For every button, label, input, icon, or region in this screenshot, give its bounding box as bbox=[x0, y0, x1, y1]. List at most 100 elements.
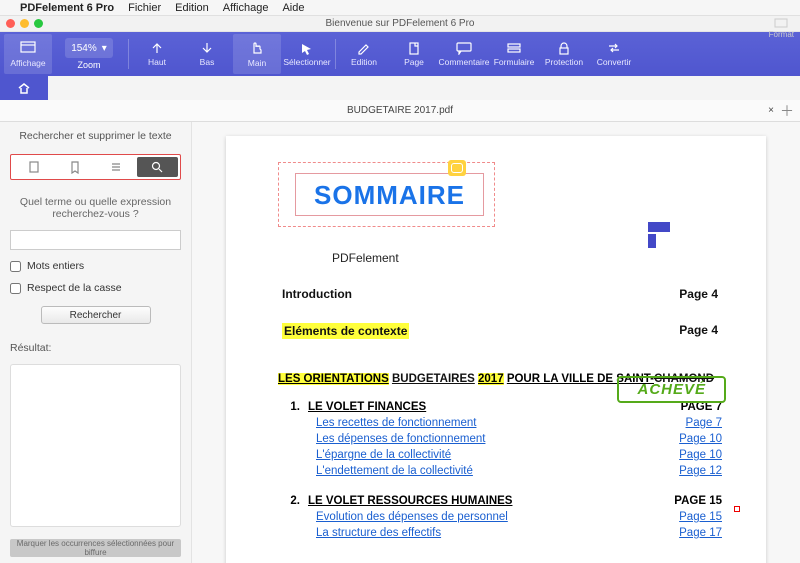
minimize-window-icon[interactable] bbox=[20, 19, 29, 28]
welcome-text: Bienvenue sur PDFelement 6 Pro bbox=[326, 18, 475, 29]
menu-affichage[interactable]: Affichage bbox=[223, 2, 269, 14]
toolbar-separator bbox=[128, 39, 129, 69]
tool-zoom[interactable]: 154% ▾ Zoom bbox=[54, 38, 124, 70]
s1: Les recettes de fonctionnement bbox=[316, 417, 476, 429]
pdfelement-logo-icon bbox=[648, 222, 676, 250]
tool-haut[interactable]: Haut bbox=[133, 34, 181, 74]
s5: Evolution des dépenses de personnel bbox=[316, 511, 508, 523]
toc-sub: Les dépenses de fonctionnementPage 10 bbox=[278, 433, 722, 445]
toc-sub: L'épargne de la collectivité Page 10 bbox=[278, 449, 722, 461]
tool-main-label: Main bbox=[248, 58, 266, 68]
page[interactable]: SOMMAIRE PDFelement Introduction Page 4 … bbox=[226, 136, 766, 563]
tool-select-label: Sélectionner bbox=[283, 57, 330, 67]
toc-intro-page: Page 4 bbox=[679, 287, 718, 301]
sidebar-tabs bbox=[10, 154, 181, 180]
watermark-text: PDFelement bbox=[332, 251, 722, 265]
main-toolbar: Affichage 154% ▾ Zoom Haut Bas Main Séle… bbox=[0, 32, 800, 76]
window-titlebar: Bienvenue sur PDFelement 6 Pro Format bbox=[0, 16, 800, 32]
sidebar-tab-outline[interactable] bbox=[96, 157, 137, 177]
sidebar-tab-bookmarks[interactable] bbox=[54, 157, 95, 177]
app-name[interactable]: PDFelement 6 Pro bbox=[20, 2, 114, 14]
match-case-input[interactable] bbox=[10, 283, 21, 294]
chap1-title: LE VOLET FINANCES bbox=[308, 401, 426, 413]
tool-bas[interactable]: Bas bbox=[183, 34, 231, 74]
tool-edition[interactable]: Edition bbox=[340, 34, 388, 74]
document-title[interactable]: BUDGETAIRE 2017.pdf bbox=[347, 105, 453, 116]
s1p: Page 7 bbox=[686, 417, 722, 429]
toc-row-context: Eléments de contexte Page 4 bbox=[278, 323, 722, 339]
document-tab-bar: BUDGETAIRE 2017.pdf × ＋ bbox=[0, 100, 800, 122]
home-strip bbox=[0, 76, 800, 100]
orient-a: LES ORIENTATIONS bbox=[278, 373, 389, 385]
toolbar-separator bbox=[335, 39, 336, 69]
sticky-note-icon[interactable] bbox=[448, 160, 466, 176]
zoom-value[interactable]: 154% ▾ bbox=[65, 38, 113, 58]
tool-protection[interactable]: Protection bbox=[540, 34, 588, 74]
toc-row-intro: Introduction Page 4 bbox=[278, 287, 722, 301]
workspace: Rechercher et supprimer le texte Quel te… bbox=[0, 122, 800, 563]
tool-protect-label: Protection bbox=[545, 57, 583, 67]
format-label: Format bbox=[769, 30, 794, 39]
tool-affichage[interactable]: Affichage bbox=[4, 34, 52, 74]
menu-aide[interactable]: Aide bbox=[282, 2, 304, 14]
mac-menubar: PDFelement 6 Pro Fichier Edition Afficha… bbox=[0, 0, 800, 16]
tool-form-label: Formulaire bbox=[494, 57, 535, 67]
chap2-num: 2. bbox=[278, 495, 300, 507]
search-prompt: Quel terme ou quelle expression recherch… bbox=[10, 196, 181, 220]
tool-zoom-label: Zoom bbox=[77, 60, 100, 70]
tool-page[interactable]: Page bbox=[390, 34, 438, 74]
tool-formulaire[interactable]: Formulaire bbox=[490, 34, 538, 74]
toc-intro-label: Introduction bbox=[282, 287, 352, 301]
close-tab-icon[interactable]: × bbox=[768, 105, 774, 116]
whole-words-checkbox[interactable]: Mots entiers bbox=[10, 260, 181, 272]
results-label: Résultat: bbox=[10, 342, 181, 354]
fullscreen-window-icon[interactable] bbox=[34, 19, 43, 28]
zoom-text: 154% bbox=[71, 43, 97, 54]
tool-selectionner[interactable]: Sélectionner bbox=[283, 34, 331, 74]
chap1-num: 1. bbox=[278, 401, 300, 413]
tool-convertir[interactable]: Convertir bbox=[590, 34, 638, 74]
window-controls bbox=[6, 19, 43, 28]
toc-context-page: Page 4 bbox=[679, 323, 718, 339]
home-tab[interactable] bbox=[0, 76, 48, 100]
chevron-down-icon: ▾ bbox=[102, 43, 107, 54]
toc-chapter-2: 2.LE VOLET RESSOURCES HUMAINES PAGE 15 bbox=[278, 495, 722, 507]
whole-words-input[interactable] bbox=[10, 261, 21, 272]
new-tab-icon[interactable]: ＋ bbox=[780, 101, 794, 121]
search-button[interactable]: Rechercher bbox=[41, 306, 151, 324]
whole-words-label: Mots entiers bbox=[27, 260, 84, 272]
toc-sub: La structure des effectifsPage 17 bbox=[278, 527, 722, 539]
s4p: Page 12 bbox=[679, 465, 722, 477]
tool-comment-label: Commentaire bbox=[438, 57, 489, 67]
match-case-checkbox[interactable]: Respect de la casse bbox=[10, 282, 181, 294]
toc-sub: Evolution des dépenses de personnel Page … bbox=[278, 511, 722, 523]
s3: L'épargne de la collectivité bbox=[316, 449, 451, 461]
page-title: SOMMAIRE bbox=[295, 173, 484, 216]
document-canvas[interactable]: SOMMAIRE PDFelement Introduction Page 4 … bbox=[192, 122, 800, 563]
close-window-icon[interactable] bbox=[6, 19, 15, 28]
tool-bas-label: Bas bbox=[200, 57, 215, 67]
menu-edition[interactable]: Edition bbox=[175, 2, 209, 14]
s4: L'endettement de la collectivité bbox=[316, 465, 473, 477]
menu-fichier[interactable]: Fichier bbox=[128, 2, 161, 14]
chap2-page: PAGE 15 bbox=[674, 495, 722, 507]
toc-sub: Les recettes de fonctionnement Page 7 bbox=[278, 417, 722, 429]
tool-convert-label: Convertir bbox=[597, 57, 631, 67]
search-sidebar: Rechercher et supprimer le texte Quel te… bbox=[0, 122, 192, 563]
results-list[interactable] bbox=[10, 364, 181, 527]
toc-context-label: Eléments de contexte bbox=[282, 323, 409, 339]
mark-for-redaction-button[interactable]: Marquer les occurrences sélectionnées po… bbox=[10, 539, 181, 557]
s6p: Page 17 bbox=[679, 527, 722, 539]
s5p: Page 15 bbox=[679, 511, 722, 523]
annotation-marker-icon[interactable] bbox=[734, 506, 740, 512]
tool-page-label: Page bbox=[404, 57, 424, 67]
s3p: Page 10 bbox=[679, 449, 722, 461]
sidebar-tab-search[interactable] bbox=[137, 157, 178, 177]
format-button[interactable]: Format bbox=[769, 18, 794, 39]
sidebar-tab-thumbnails[interactable] bbox=[13, 157, 54, 177]
sidebar-title: Rechercher et supprimer le texte bbox=[10, 130, 181, 142]
tool-main[interactable]: Main bbox=[233, 34, 281, 74]
tool-commentaire[interactable]: Commentaire bbox=[440, 34, 488, 74]
search-input[interactable] bbox=[10, 230, 181, 250]
stamp-acheve[interactable]: ACHEVÉ bbox=[617, 376, 726, 403]
